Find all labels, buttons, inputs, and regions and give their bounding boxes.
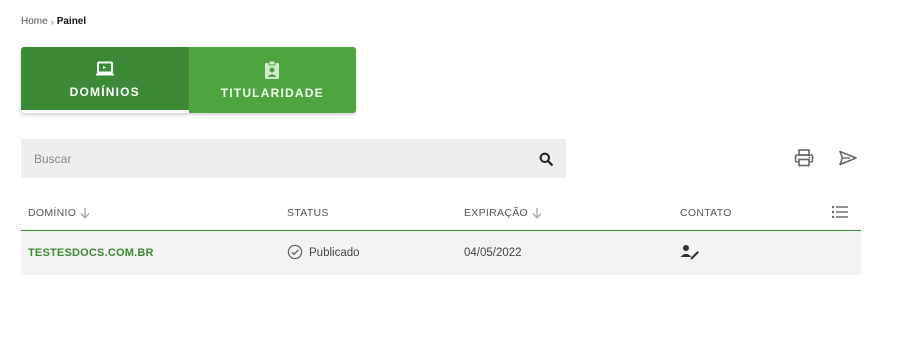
breadcrumb-separator: › (50, 16, 54, 27)
search-bar (21, 139, 566, 178)
column-header-expiracao-label: EXPIRAÇÃO (464, 207, 528, 219)
status-cell: Publicado (287, 231, 360, 275)
send-icon[interactable] (836, 146, 860, 170)
column-header-dominio[interactable]: DOMÍNIO (28, 195, 90, 231)
breadcrumb-current: Painel (56, 16, 87, 27)
laptop-icon (95, 59, 115, 79)
print-icon[interactable] (792, 146, 816, 170)
column-header-status-label: STATUS (287, 207, 329, 219)
tab-bar: DOMÍNIOS TITULARIDADE (21, 47, 356, 113)
contact-cell (680, 231, 700, 275)
column-header-contato: CONTATO (680, 195, 732, 231)
check-circle-icon (287, 244, 303, 263)
column-header-status: STATUS (287, 195, 329, 231)
breadcrumb: Home › Painel (21, 16, 86, 27)
search-icon[interactable] (526, 139, 566, 178)
tab-titularidade-label: TITULARIDADE (220, 86, 324, 100)
sort-arrow-down-icon (532, 207, 542, 219)
table-row[interactable]: TESTESDOCS.COM.BR Publicado 04/05/2022 (21, 231, 861, 275)
sort-arrow-down-icon (80, 207, 90, 219)
id-badge-icon (264, 60, 280, 80)
domain-link[interactable]: TESTESDOCS.COM.BR (28, 231, 154, 275)
person-edit-icon[interactable] (680, 244, 700, 263)
column-header-dominio-label: DOMÍNIO (28, 207, 77, 219)
column-header-expiracao[interactable]: EXPIRAÇÃO (464, 195, 542, 231)
column-header-contato-label: CONTATO (680, 207, 732, 219)
tab-dominios[interactable]: DOMÍNIOS (21, 47, 189, 113)
column-menu-icon[interactable] (829, 201, 851, 223)
breadcrumb-home-link[interactable]: Home (21, 16, 48, 27)
domains-table: DOMÍNIO STATUS EXPIRAÇÃO CONTATO TESTESD… (21, 195, 861, 275)
search-input[interactable] (21, 139, 526, 178)
tab-dominios-label: DOMÍNIOS (69, 84, 140, 99)
status-text: Publicado (309, 247, 360, 259)
tab-titularidade[interactable]: TITULARIDADE (188, 47, 356, 113)
expiration-date: 04/05/2022 (464, 247, 522, 259)
table-header: DOMÍNIO STATUS EXPIRAÇÃO CONTATO (21, 195, 861, 231)
